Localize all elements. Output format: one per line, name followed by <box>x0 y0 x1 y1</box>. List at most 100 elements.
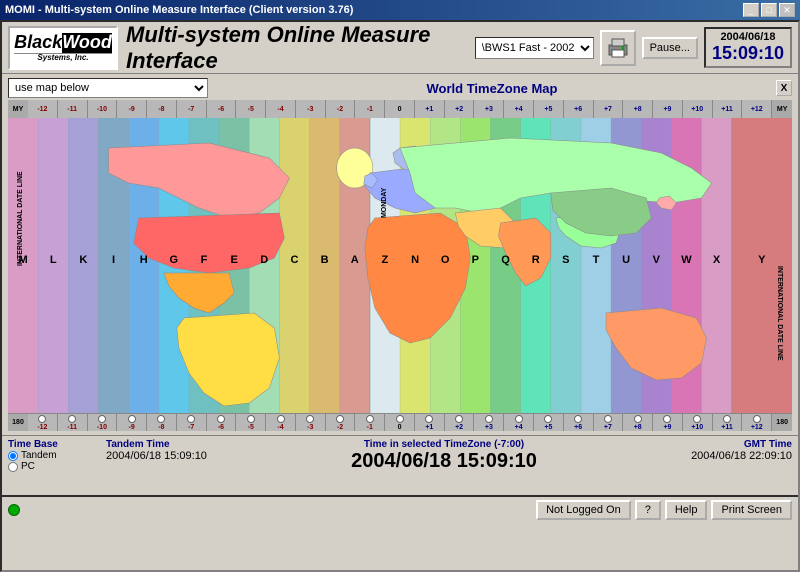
svg-text:INTERNATIONAL DATE LINE: INTERNATIONAL DATE LINE <box>776 266 783 361</box>
bottom-tz-label-13: +1 <box>415 414 445 431</box>
svg-text:T: T <box>593 254 600 266</box>
minimize-button[interactable]: _ <box>743 3 759 17</box>
selected-tz-section: Time in selected TimeZone (-7:00) 2004/0… <box>254 439 634 473</box>
pc-radio-item[interactable]: PC <box>8 461 98 472</box>
bottom-tz-label-15: +3 <box>474 414 504 431</box>
bottom-tz-label-17: +5 <box>534 414 564 431</box>
bottom-tz-label-0: -12 <box>28 414 58 431</box>
blackwood-logo: BlackWood Systems, Inc. <box>8 26 118 70</box>
bottom-tz-label-16: +4 <box>504 414 534 431</box>
print-screen-button[interactable]: Print Screen <box>711 500 792 520</box>
header-bar: BlackWood Systems, Inc. Multi-system Onl… <box>2 22 798 74</box>
top-tz-label-17: +5 <box>534 100 564 118</box>
tandem-time-label: Tandem Time <box>106 439 246 450</box>
bottom-tz-label-19: +7 <box>594 414 624 431</box>
question-button[interactable]: ? <box>635 500 661 520</box>
svg-text:E: E <box>230 254 237 266</box>
map-section: use map below World TimeZone Map X MY -1… <box>2 74 798 435</box>
top-tz-label-9: -3 <box>296 100 326 118</box>
bottom-tz-label-1: -11 <box>58 414 88 431</box>
close-window-button[interactable]: ✕ <box>779 3 795 17</box>
tandem-radio-item[interactable]: Tandem <box>8 450 98 461</box>
app-title: Multi-system Online Measure Interface <box>126 22 467 74</box>
svg-text:R: R <box>532 254 540 266</box>
selected-tz-label: Time in selected TimeZone (-7:00) <box>254 439 634 450</box>
svg-text:F: F <box>201 254 208 266</box>
svg-text:I: I <box>112 254 115 266</box>
logo-wood-text: Wood <box>62 33 112 53</box>
bottom-tz-label-12: 0 <box>385 414 415 431</box>
top-tz-label-0: -12 <box>28 100 58 118</box>
svg-text:G: G <box>170 254 179 266</box>
status-bar: Time Base Tandem PC Tandem Time 2004/06/… <box>2 435 798 495</box>
top-tz-label-23: +11 <box>713 100 743 118</box>
main-window: BlackWood Systems, Inc. Multi-system Onl… <box>0 20 800 572</box>
bottom-tz-label-6: -6 <box>207 414 237 431</box>
bottom-tz-label-8: -4 <box>266 414 296 431</box>
bottom-labels-row: 180-12-11-10-9-8-7-6-5-4-3-2-10+1+2+3+4+… <box>8 413 792 431</box>
top-tz-label-12: 0 <box>385 100 415 118</box>
bottom-buttons: Not Logged On ? Help Print Screen <box>536 500 792 520</box>
svg-text:S: S <box>562 254 569 266</box>
bottom-tz-label-24: +12 <box>742 414 772 431</box>
top-labels-row: MY -12-11-10-9-8-7-6-5-4-3-2-10+1+2+3+4+… <box>8 100 792 118</box>
help-button[interactable]: Help <box>665 500 708 520</box>
bottom-tz-label-14: +2 <box>445 414 475 431</box>
header-controls: \BWS1 Fast - 2002 Pause... 2004/06/18 15… <box>475 27 792 68</box>
pc-radio[interactable] <box>8 462 18 472</box>
svg-text:INTERNATIONAL DATE LINE: INTERNATIONAL DATE LINE <box>17 171 24 266</box>
not-logged-on-button[interactable]: Not Logged On <box>536 500 631 520</box>
svg-text:K: K <box>79 254 87 266</box>
top-tz-label-2: -10 <box>88 100 118 118</box>
gmt-time-section: GMT Time 2004/06/18 22:09:10 <box>642 439 792 462</box>
svg-text:Y: Y <box>758 254 766 266</box>
top-tz-label-11: -1 <box>355 100 385 118</box>
top-tz-label-15: +3 <box>474 100 504 118</box>
pc-label: PC <box>21 461 35 472</box>
top-tz-label-6: -6 <box>207 100 237 118</box>
svg-text:L: L <box>50 254 57 266</box>
svg-text:Q: Q <box>501 254 510 266</box>
tandem-time-section: Tandem Time 2004/06/18 15:09:10 <box>106 439 246 462</box>
tandem-time-value: 2004/06/18 15:09:10 <box>106 450 246 462</box>
svg-text:Z: Z <box>382 254 389 266</box>
svg-text:X: X <box>713 254 721 266</box>
header-date: 2004/06/18 <box>712 31 784 43</box>
bottom-tz-label-5: -7 <box>177 414 207 431</box>
top-tz-label-24: +12 <box>742 100 772 118</box>
top-tz-label-1: -11 <box>58 100 88 118</box>
top-tz-label-18: +6 <box>564 100 594 118</box>
top-tz-label-21: +9 <box>653 100 683 118</box>
bottom-tz-label-18: +6 <box>564 414 594 431</box>
selected-tz-time: 2004/06/18 15:09:10 <box>254 450 634 473</box>
svg-text:U: U <box>622 254 630 266</box>
map-close-button[interactable]: X <box>776 80 792 96</box>
logo-sub-text: Systems, Inc. <box>14 53 112 63</box>
top-tz-label-22: +10 <box>683 100 713 118</box>
map-dropdown[interactable]: use map below <box>8 78 208 98</box>
title-bar: MOMI - Multi-system Online Measure Inter… <box>0 0 800 20</box>
top-tz-label-4: -8 <box>147 100 177 118</box>
bottom-tz-label-4: -8 <box>147 414 177 431</box>
maximize-button[interactable]: □ <box>761 3 777 17</box>
datetime-display: 2004/06/18 15:09:10 <box>704 27 792 68</box>
top-tz-label-8: -4 <box>266 100 296 118</box>
printer-button[interactable] <box>600 30 636 66</box>
world-map-svg: INTERNATIONAL DATE LINE INTERNATIONAL DA… <box>8 118 792 413</box>
svg-text:O: O <box>441 254 450 266</box>
top-tz-label-10: -2 <box>326 100 356 118</box>
map-body[interactable]: INTERNATIONAL DATE LINE INTERNATIONAL DA… <box>8 118 792 413</box>
bottom-tz-label-22: +10 <box>683 414 713 431</box>
bottom-tz-label-9: -3 <box>296 414 326 431</box>
gmt-label: GMT Time <box>642 439 792 450</box>
tandem-radio[interactable] <box>8 451 18 461</box>
system-dropdown[interactable]: \BWS1 Fast - 2002 <box>475 37 594 59</box>
bottom-tz-label-21: +9 <box>653 414 683 431</box>
top-tz-label-16: +4 <box>504 100 534 118</box>
pause-button[interactable]: Pause... <box>642 37 698 59</box>
bottom-tz-label-20: +8 <box>623 414 653 431</box>
bottom-tz-label-23: +11 <box>713 414 743 431</box>
top-tz-label-3: -9 <box>117 100 147 118</box>
window-title: MOMI - Multi-system Online Measure Inter… <box>5 4 353 16</box>
tandem-label: Tandem <box>21 450 57 461</box>
